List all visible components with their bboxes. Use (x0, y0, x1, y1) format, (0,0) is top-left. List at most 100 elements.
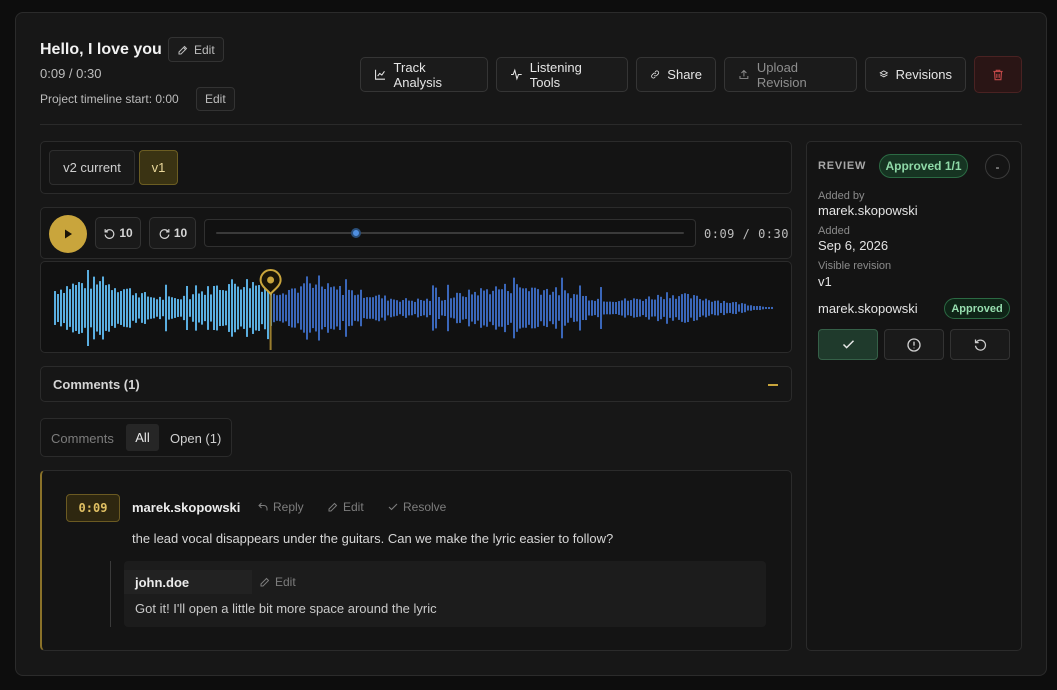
waveform-bar (474, 291, 476, 325)
waveform-bar (729, 303, 731, 313)
visible-revision-label: Visible revision (818, 260, 892, 272)
skip-forward-button[interactable]: 10 (149, 217, 196, 249)
added-by-label: Added by (818, 190, 865, 202)
waveform-bar (687, 293, 689, 323)
waveform-bar (402, 300, 404, 316)
waveform-bar (111, 290, 113, 326)
skip-back-button[interactable]: 10 (95, 217, 141, 249)
waveform-bar (213, 285, 215, 331)
filter-open[interactable]: Open (1) (170, 431, 221, 446)
waveform-bar (303, 283, 305, 333)
collapse-icon[interactable] (768, 384, 778, 386)
waveform-bar (693, 295, 695, 321)
waveform-bar (441, 300, 443, 316)
waveform-bar (411, 300, 413, 316)
reset-review-button[interactable] (950, 329, 1010, 360)
waveform-bar (414, 301, 416, 315)
comment-marker-icon[interactable] (259, 269, 282, 296)
waveform-bar (645, 298, 647, 318)
waveform-bar (657, 294, 659, 322)
delete-button[interactable] (974, 56, 1022, 93)
request-changes-button[interactable] (884, 329, 944, 360)
waveform-bar (459, 293, 461, 323)
comment-edit-button[interactable]: Edit (327, 500, 364, 514)
waveform-bar (558, 295, 560, 321)
share-button[interactable]: Share (636, 57, 716, 92)
reply-button[interactable]: Reply (257, 500, 304, 514)
waveform-svg[interactable] (41, 262, 792, 353)
waveform-bar (456, 292, 458, 324)
waveform-bar (357, 294, 359, 322)
waveform-bar (105, 285, 107, 331)
waveform-bar (531, 287, 533, 329)
waveform-bar (258, 285, 260, 331)
waveform-bar (735, 301, 737, 315)
waveform-bar (198, 293, 200, 323)
waveform-bar (165, 284, 167, 332)
line-chart-icon (375, 69, 385, 80)
waveform-bar (681, 294, 683, 322)
waveform-bar (321, 286, 323, 330)
waveform-bar (336, 289, 338, 327)
waveform-bar (588, 300, 590, 316)
play-button[interactable] (49, 215, 87, 253)
comment-timestamp[interactable]: 0:09 (66, 494, 120, 522)
waveform-bar (597, 298, 599, 318)
waveform-bar (600, 287, 602, 329)
filter-label: Comments (51, 431, 114, 446)
comments-header[interactable] (40, 366, 792, 402)
track-analysis-button[interactable]: Track Analysis (360, 57, 488, 92)
waveform-bar (81, 283, 83, 333)
waveform-bar (666, 292, 668, 324)
waveform-bar (306, 276, 308, 340)
waveform-bar (132, 295, 134, 321)
waveform-bar (528, 291, 530, 325)
tab-v1[interactable]: v1 (139, 150, 178, 185)
comments-title: Comments (1) (53, 377, 140, 392)
waveform-bar (582, 295, 584, 321)
link-icon (651, 70, 660, 79)
edit-title-button[interactable]: Edit (168, 37, 224, 62)
skip-back-label: 10 (119, 226, 133, 240)
listening-tools-label: Listening Tools (529, 59, 582, 90)
waveform-bar (63, 292, 65, 324)
edit-timeline-button[interactable]: Edit (196, 87, 235, 111)
waveform-bar (522, 288, 524, 328)
waveform-bar (168, 296, 170, 320)
review-collapse-button[interactable]: - (985, 154, 1010, 179)
waveform-bar (489, 294, 491, 322)
play-icon (65, 229, 72, 239)
waveform-bar (567, 293, 569, 323)
waveform-bar (387, 300, 389, 316)
waveform-bar (210, 294, 212, 322)
upload-revision-button[interactable]: Upload Revision (724, 57, 857, 92)
waveform-bar (618, 301, 620, 315)
tab-v2-current[interactable]: v2 current (49, 150, 135, 185)
rotate-cw-icon (159, 228, 170, 239)
waveform-bar (603, 301, 605, 315)
waveform-bar (519, 287, 521, 329)
waveform-bar (615, 301, 617, 315)
waveform-bar (495, 286, 497, 330)
added-by-value: marek.skopowski (818, 203, 918, 218)
waveform-bar (174, 298, 176, 318)
listening-tools-button[interactable]: Listening Tools (496, 57, 628, 92)
upload-icon (739, 69, 749, 79)
resolve-button[interactable]: Resolve (387, 500, 446, 514)
waveform-bar (732, 302, 734, 314)
waveform-bar (381, 298, 383, 318)
seek-track[interactable] (216, 232, 684, 234)
approve-button[interactable] (818, 329, 878, 360)
waveform-bar (54, 291, 56, 325)
filter-all[interactable]: All (126, 424, 159, 451)
reply-thread-line (110, 561, 111, 627)
revisions-button[interactable]: Revisions (865, 57, 966, 92)
waveform[interactable] (40, 261, 792, 353)
check-icon (388, 503, 398, 511)
waveform-bar (477, 295, 479, 321)
pulse-icon (511, 68, 522, 81)
waveform-bar (762, 306, 764, 310)
waveform-bar (318, 275, 320, 341)
reply-edit-button[interactable]: Edit (259, 575, 296, 589)
waveform-bar (555, 287, 557, 329)
